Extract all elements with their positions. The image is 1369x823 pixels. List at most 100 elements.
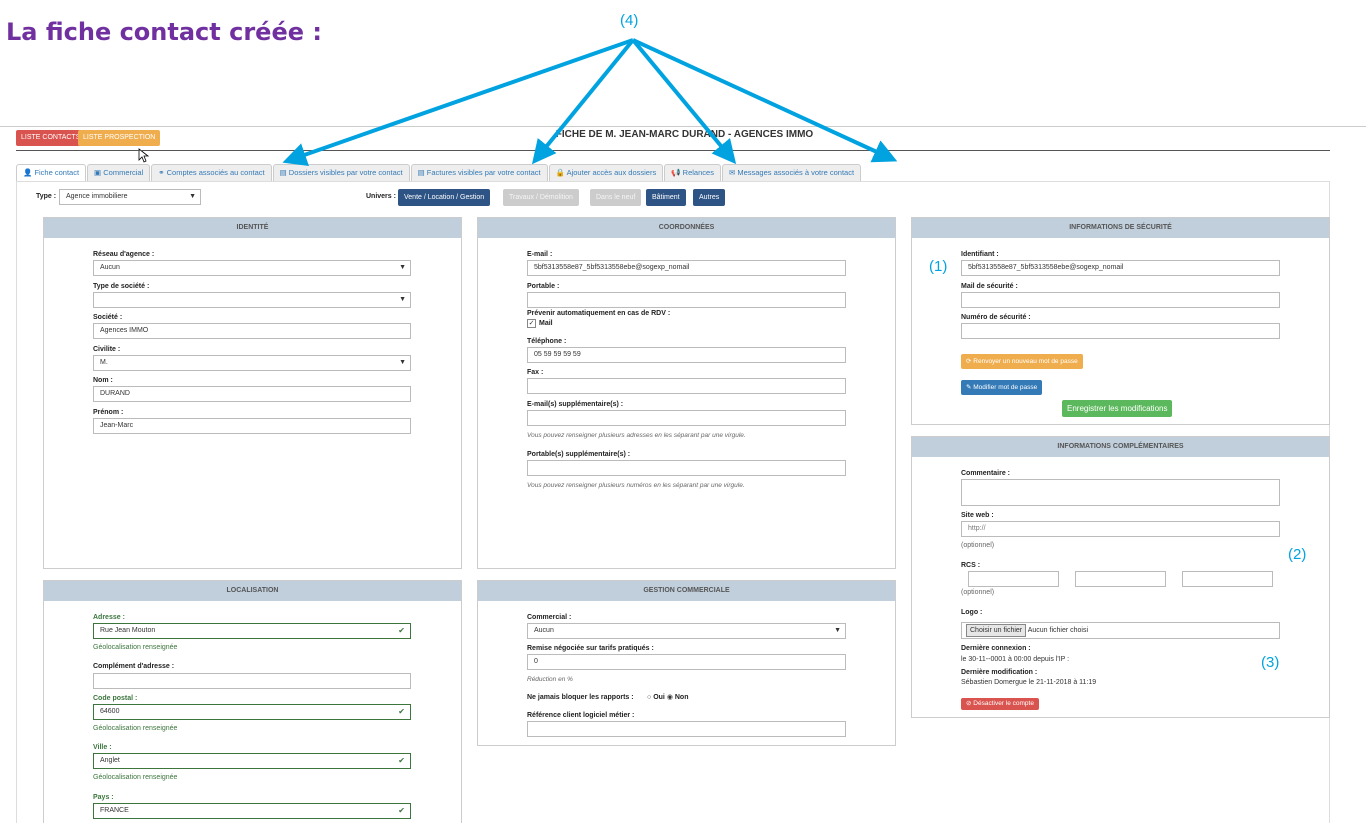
remise-help: Réduction en % [527, 676, 573, 683]
identifiant-label: Identifiant : [961, 251, 999, 258]
coordonnees-title: COORDONNÉES [478, 218, 895, 238]
chevron-down-icon: ▼ [399, 296, 406, 303]
commentaire-textarea[interactable] [961, 479, 1280, 506]
site-web-input[interactable]: http:// [961, 521, 1280, 537]
enregistrer-button[interactable]: Enregistrer les modifications [1062, 400, 1173, 417]
lock-icon: 🔒 [555, 168, 565, 177]
telephone-label: Téléphone : [527, 338, 567, 345]
email-label: E-mail : [527, 251, 553, 258]
telephone-input[interactable]: 05 59 59 59 59 [527, 347, 846, 363]
link-icon: ⚭ [158, 168, 165, 177]
annotation-label-3: (3) [1261, 654, 1280, 671]
ville-geo-status: Géolocalisation renseignée [93, 774, 178, 781]
univers-travaux-button[interactable]: Travaux / Démolition [503, 189, 579, 206]
renvoyer-mot-de-passe-button[interactable]: ⟳ Renvoyer un nouveau mot de passe [961, 354, 1083, 369]
nom-label: Nom : [93, 377, 113, 384]
site-web-optional: (optionnel) [961, 542, 995, 549]
prevenir-label: Prévenir automatiquement en cas de RDV : [527, 310, 671, 317]
tab-factures-visibles[interactable]: ▤ Factures visibles par votre contact [410, 164, 548, 181]
identite-title: IDENTITÉ [44, 218, 461, 238]
bloquer-label: Ne jamais bloquer les rapports : [527, 694, 634, 701]
univers-batiment-button[interactable]: Bâtiment [646, 189, 686, 206]
tab-dossiers-visibles[interactable]: ▤ Dossiers visibles par votre contact [272, 164, 410, 181]
tab-relances[interactable]: 📢 Relances [664, 164, 721, 181]
type-select[interactable]: Agence immobiliere ▼ [59, 189, 201, 205]
commercial-select[interactable]: Aucun ▼ [527, 623, 846, 639]
oui-radio[interactable]: ○ [647, 694, 651, 701]
adresse-label: Adresse : [93, 614, 125, 621]
adresse-input[interactable]: Rue Jean Mouton ✔ [93, 623, 411, 639]
fax-label: Fax : [527, 369, 544, 376]
complement-label: Complément d'adresse : [93, 663, 175, 670]
identifiant-input[interactable]: 5bf5313558e87_5bf5313558ebe@sogexp_nomai… [961, 260, 1280, 276]
emails-sup-input[interactable] [527, 410, 846, 426]
reference-input[interactable] [527, 721, 846, 737]
logo-label: Logo : [961, 609, 983, 616]
tab-comptes-associes[interactable]: ⚭ Comptes associés au contact [151, 164, 272, 181]
prenom-input[interactable]: Jean-Marc [93, 418, 411, 434]
tab-commercial[interactable]: ▣ Commercial [87, 164, 151, 181]
code-postal-input[interactable]: 64600 ✔ [93, 704, 411, 720]
user-icon: 👤 [23, 168, 33, 177]
tab-messages[interactable]: ✉ Messages associés à votre contact [721, 164, 862, 181]
non-radio[interactable]: ◉ [667, 694, 673, 701]
type-label: Type : [36, 193, 57, 200]
mail-checkbox-label: Mail [539, 320, 553, 327]
rcs-input-1[interactable] [968, 571, 1059, 587]
file-icon: ▤ [417, 168, 425, 177]
commercial-label: Commercial : [527, 614, 572, 621]
univers-vente-button[interactable]: Vente / Location / Gestion [398, 189, 491, 206]
title-divider [16, 150, 1330, 151]
annotation-arrow [631, 38, 737, 165]
pays-input[interactable]: FRANCE ✔ [93, 803, 411, 819]
page-title: FICHE DE M. JEAN-MARC DURAND - AGENCES I… [555, 129, 814, 140]
chevron-down-icon: ▼ [834, 627, 841, 634]
mail-securite-input[interactable] [961, 292, 1280, 308]
complement-input[interactable] [93, 673, 411, 689]
envelope-icon: ✉ [728, 168, 736, 177]
univers-autres-button[interactable]: Autres [693, 189, 726, 206]
nom-input[interactable]: DURAND [93, 386, 411, 402]
mail-securite-label: Mail de sécurité : [961, 283, 1018, 290]
rcs-input-2[interactable] [1075, 571, 1166, 587]
univers-neuf-button[interactable]: Dans le neuf [590, 189, 642, 206]
email-input[interactable]: 5bf5313558e87_5bf5313558ebe@sogexp_nomai… [527, 260, 846, 276]
file-icon: ▤ [279, 168, 287, 177]
divider [0, 126, 1366, 127]
reference-label: Référence client logiciel métier : [527, 712, 635, 719]
mail-checkbox[interactable]: ✓ [527, 319, 536, 328]
remise-input[interactable]: 0 [527, 654, 846, 670]
rcs-input-3[interactable] [1182, 571, 1273, 587]
societe-input[interactable]: Agences IMMO [93, 323, 411, 339]
ville-label: Ville : [93, 744, 112, 751]
portables-sup-help: Vous pouvez renseigner plusieurs numéros… [527, 482, 745, 489]
choisir-fichier-button[interactable]: Choisir un fichier [966, 624, 1027, 637]
emails-sup-label: E-mail(s) supplémentaire(s) : [527, 401, 624, 408]
annotation-arrow [531, 38, 635, 165]
check-icon: ✔ [398, 756, 405, 765]
check-icon: ✔ [398, 806, 405, 815]
reseau-select[interactable]: Aucun ▼ [93, 260, 411, 276]
remise-label: Remise négociée sur tarifs pratiqués : [527, 645, 654, 652]
fax-input[interactable] [527, 378, 846, 394]
annotation-label-2: (2) [1288, 546, 1307, 563]
briefcase-icon: ▣ [94, 168, 102, 177]
desactiver-compte-button[interactable]: ⊘ Désactiver le compte [961, 698, 1039, 710]
type-societe-select[interactable]: ▼ [93, 292, 411, 308]
numero-securite-input[interactable] [961, 323, 1280, 339]
file-status: Aucun fichier choisi [1027, 627, 1089, 634]
reseau-label: Réseau d'agence : [93, 251, 155, 258]
univers-label: Univers : [366, 193, 396, 200]
code-postal-label: Code postal : [93, 695, 138, 702]
tab-ajouter-acces[interactable]: 🔒 Ajouter accès aux dossiers [548, 164, 664, 181]
civilite-select[interactable]: M. ▼ [93, 355, 411, 371]
annotation-heading: La fiche contact créée : [6, 18, 322, 46]
portable-input[interactable] [527, 292, 846, 308]
pencil-icon: ✎ [966, 384, 972, 391]
modifier-mot-de-passe-button[interactable]: ✎ Modifier mot de passe [961, 380, 1043, 395]
portables-sup-input[interactable] [527, 460, 846, 476]
ville-input[interactable]: Anglet ✔ [93, 753, 411, 769]
tab-fiche-contact[interactable]: 👤 Fiche contact [16, 164, 87, 181]
annotation-label-4: (4) [620, 12, 639, 29]
logo-file-input[interactable]: Choisir un fichier Aucun fichier choisi [961, 622, 1280, 639]
